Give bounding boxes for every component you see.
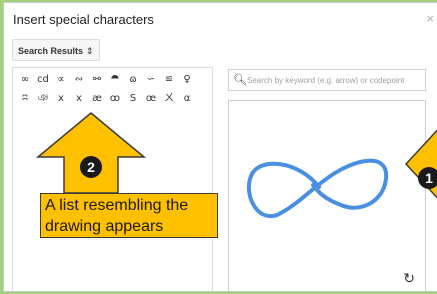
search-field[interactable]: 🔍︎ (228, 69, 426, 91)
drawing-canvas[interactable]: ↻ (228, 100, 426, 291)
character-cell[interactable]: ꝏ (106, 89, 124, 108)
handwritten-infinity-stroke (246, 158, 389, 219)
search-icon: 🔍︎ (233, 73, 247, 86)
rotate-ccw-icon[interactable]: ↻ (403, 272, 415, 286)
dialog-title: Insert special characters (13, 12, 154, 27)
character-cell[interactable]: ⯊ (106, 70, 124, 89)
character-cell[interactable]: ♀ (178, 70, 196, 89)
character-cell[interactable]: ∝ (52, 70, 70, 89)
chevron-updown-icon: ⇕ (86, 46, 94, 56)
character-cell[interactable]: ㄨ (160, 89, 178, 108)
character-cell[interactable]: ∞ (16, 70, 34, 89)
character-cell[interactable]: ∽ (142, 70, 160, 89)
step2-callout-text: A list resembling the drawing appears (40, 193, 218, 238)
step2-arrow (36, 112, 146, 194)
character-cell[interactable]: S (124, 89, 142, 108)
character-cell[interactable]: ɷ (124, 70, 142, 89)
character-cell[interactable]: æ (88, 89, 106, 108)
step2-number-badge: 2 (80, 156, 102, 178)
character-cell[interactable]: ʭ (16, 89, 34, 108)
search-input[interactable] (247, 72, 423, 88)
character-cell[interactable]: ⚯ (88, 70, 106, 89)
category-selected-label: Search Results (18, 46, 84, 56)
step1-arrow (405, 129, 437, 199)
close-icon[interactable]: × (426, 12, 434, 25)
step1-number-badge: 1 (418, 167, 437, 189)
category-dropdown[interactable]: Search Results ⇕ (12, 39, 100, 61)
character-cell[interactable]: ≌ (160, 70, 178, 89)
character-cell[interactable]: α (178, 89, 196, 108)
character-cell[interactable]: cd (34, 70, 52, 89)
character-cell[interactable]: œ (142, 89, 160, 108)
character-grid: ∞ cd ∝ ∾ ⚯ ⯊ ɷ ∽ ≌ ♀ ʭ ঞ x x æ ꝏ Sœ ㄨ α (13, 68, 212, 110)
character-cell[interactable]: ∾ (70, 70, 88, 89)
character-cell[interactable]: ঞ (34, 89, 52, 108)
character-cell[interactable]: x (52, 89, 70, 108)
character-cell[interactable]: x (70, 89, 88, 108)
